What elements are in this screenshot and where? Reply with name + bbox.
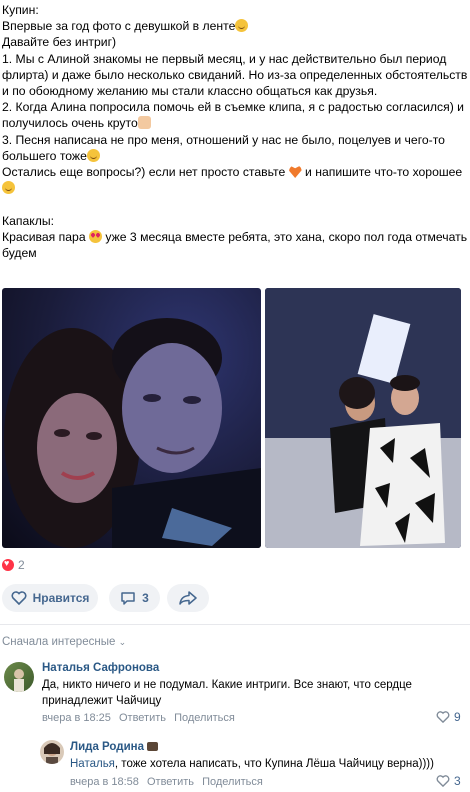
- avatar[interactable]: [4, 662, 34, 692]
- post-line-text: большего тоже: [2, 148, 87, 163]
- post-line-text: Красивая пара: [2, 229, 86, 244]
- post-photos: [0, 288, 470, 548]
- comment-meta: вчера в 18:58 Ответить Поделиться: [70, 776, 268, 788]
- comment-time[interactable]: вчера в 18:58: [70, 776, 139, 788]
- heart-outline-icon: [436, 775, 450, 787]
- comment-like-count: 9: [454, 710, 461, 724]
- post-line: 2. Когда Алина попросила помочь ей в съе…: [2, 100, 464, 115]
- share-link[interactable]: Поделиться: [174, 712, 235, 724]
- heart-outline-icon: [436, 711, 450, 723]
- post-line-text: уже 3 месяца вместе ребята, это хана, ск…: [105, 229, 468, 244]
- heart-icon: [2, 558, 14, 571]
- post-line: 1. Мы с Алиной знакомы не первый месяц, …: [2, 51, 447, 66]
- blushing-emoji-icon: [86, 148, 100, 162]
- comment-count: 3: [142, 591, 149, 605]
- like-label: Нравится: [32, 591, 90, 605]
- share-button[interactable]: [167, 584, 209, 612]
- reply-link[interactable]: Ответить: [147, 776, 194, 788]
- comment-like-button[interactable]: 3: [436, 774, 461, 788]
- post-line: будем: [2, 246, 37, 261]
- reactions-count: 2: [18, 558, 25, 572]
- post-line: Впервые за год фото с девушкой в ленте: [2, 18, 464, 34]
- comment-text-body: , тоже хотела написать, что Купина Лёша …: [114, 758, 434, 770]
- post-line: Красивая пара уже 3 месяца вместе ребята…: [2, 229, 468, 245]
- comment-time[interactable]: вчера в 18:25: [42, 712, 111, 724]
- mention-link[interactable]: Наталья: [70, 758, 115, 770]
- comment-author[interactable]: Лида Родина: [70, 741, 158, 753]
- post-line: [2, 180, 464, 196]
- comment-like-button[interactable]: 9: [436, 710, 461, 724]
- reply-link[interactable]: Ответить: [119, 712, 166, 724]
- post-line-empty: [2, 196, 464, 212]
- like-button[interactable]: Нравится: [2, 584, 98, 612]
- comment-icon: [121, 591, 135, 605]
- reactions-summary[interactable]: 2: [2, 558, 25, 572]
- post-text: Купин: Впервые за год фото с девушкой в …: [2, 2, 468, 261]
- comment-author[interactable]: Наталья Сафронова: [42, 662, 159, 674]
- post-line-text: и напишите что-то хорошее: [305, 165, 463, 180]
- post-line: 3. Песня написана не про меня, отношений…: [2, 132, 445, 147]
- badge-icon: [147, 742, 158, 751]
- heart-outline-icon: [11, 591, 27, 605]
- comment-meta: вчера в 18:25 Ответить Поделиться: [42, 712, 240, 724]
- divider: [0, 624, 470, 625]
- post-line: Капаклы:: [2, 213, 54, 228]
- share-icon: [179, 591, 197, 605]
- chevron-down-icon: ⌄: [118, 637, 127, 647]
- comment-button[interactable]: 3: [109, 584, 160, 612]
- comment-text-line: принадлежит Чайчицу: [42, 695, 162, 707]
- avatar[interactable]: [40, 740, 64, 764]
- post-line: получилось очень круто: [2, 115, 464, 131]
- post-line-text: Впервые за год фото с девушкой в ленте: [2, 19, 236, 34]
- smile-emoji-icon: [235, 19, 249, 33]
- share-link[interactable]: Поделиться: [202, 776, 263, 788]
- post-line: и по обоюдному желанию мы стали классно …: [2, 84, 378, 99]
- comment-author-name: Лида Родина: [70, 741, 144, 753]
- photo-couple-portrait[interactable]: [2, 288, 261, 548]
- post-line: Купин:: [2, 3, 39, 17]
- photo-couple-studio[interactable]: [265, 288, 461, 548]
- comment-text: Да, никто ничего и не подумал. Какие инт…: [42, 677, 462, 709]
- comments-sort-dropdown[interactable]: Сначала интересные ⌄: [2, 636, 126, 648]
- post-line-text: получилось очень круто: [2, 116, 138, 131]
- comment-like-count: 3: [454, 774, 461, 788]
- heart-eyes-emoji-icon: [88, 229, 102, 243]
- sort-label: Сначала интересные: [2, 636, 116, 648]
- post-line-text: Остались еще вопросы?) если нет просто с…: [2, 165, 286, 180]
- post-line: Остались еще вопросы?) если нет просто с…: [2, 164, 464, 180]
- post-line: флирта) и даже было несколько свиданий. …: [2, 67, 468, 82]
- orange-heart-icon: [288, 165, 302, 179]
- comment-text: Наталья, тоже хотела написать, что Купин…: [70, 756, 462, 772]
- grin-emoji-icon: [2, 181, 15, 195]
- post-line: Давайте без интриг): [2, 35, 117, 50]
- thumbs-up-icon: [137, 116, 151, 130]
- post-line: большего тоже: [2, 148, 464, 164]
- comment-text-line: Да, никто ничего и не подумал. Какие инт…: [42, 679, 412, 691]
